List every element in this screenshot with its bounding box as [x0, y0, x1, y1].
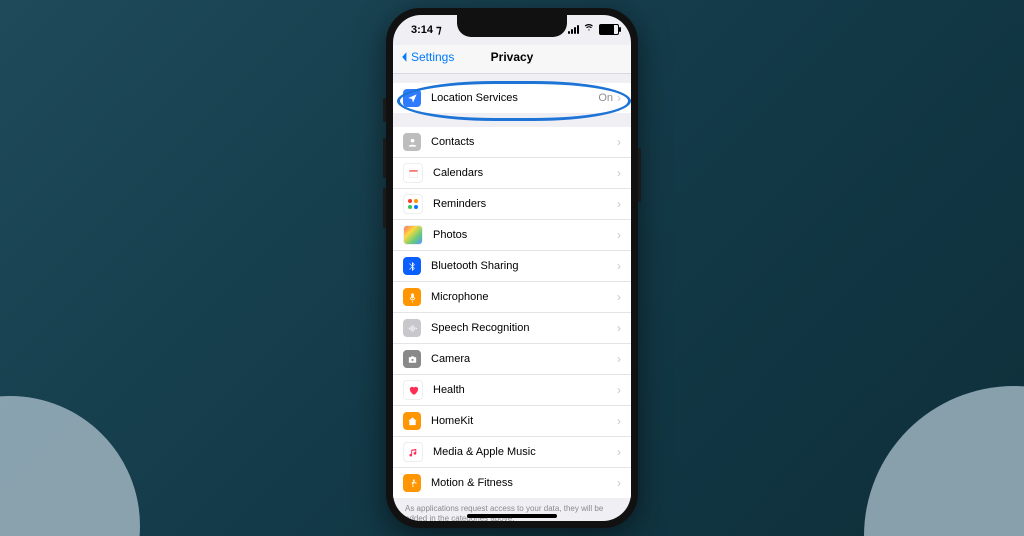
- row-label: Calendars: [433, 167, 617, 179]
- stage: 3:14 ⁊ Settings Privacy: [0, 0, 1024, 536]
- row-label: Location Services: [431, 92, 598, 104]
- row-label: Motion & Fitness: [431, 477, 617, 489]
- status-time: 3:14 ⁊: [411, 23, 442, 36]
- chevron-right-icon: ›: [617, 166, 621, 180]
- mute-switch: [383, 98, 386, 122]
- row-motion-fitness[interactable]: Motion & Fitness ›: [393, 468, 631, 498]
- phone-frame: 3:14 ⁊ Settings Privacy: [386, 8, 638, 528]
- volume-up: [383, 138, 386, 178]
- row-contacts[interactable]: Contacts ›: [393, 127, 631, 158]
- wifi-icon: [583, 23, 595, 36]
- photos-icon: [403, 225, 423, 245]
- row-value: On: [598, 92, 613, 104]
- row-label: Microphone: [431, 291, 617, 303]
- phone-screen: 3:14 ⁊ Settings Privacy: [393, 15, 631, 521]
- chevron-right-icon: ›: [617, 321, 621, 335]
- row-location-services[interactable]: Location Services On ›: [393, 83, 631, 113]
- group-data-access: Contacts › Calendars › Reminders ›: [393, 127, 631, 498]
- chevron-right-icon: ›: [617, 445, 621, 459]
- notch: [457, 15, 567, 37]
- music-note-icon: [403, 442, 423, 462]
- row-label: Bluetooth Sharing: [431, 260, 617, 272]
- row-label: HomeKit: [431, 415, 617, 427]
- row-label: Media & Apple Music: [433, 446, 617, 458]
- chevron-right-icon: ›: [617, 476, 621, 490]
- motion-icon: [403, 474, 421, 492]
- chevron-right-icon: ›: [617, 197, 621, 211]
- chevron-right-icon: ›: [617, 383, 621, 397]
- home-indicator[interactable]: [467, 514, 557, 518]
- row-label: Reminders: [433, 198, 617, 210]
- chevron-right-icon: ›: [617, 414, 621, 428]
- chevron-right-icon: ›: [617, 290, 621, 304]
- chevron-right-icon: ›: [617, 352, 621, 366]
- page-title: Privacy: [393, 50, 631, 64]
- row-calendars[interactable]: Calendars ›: [393, 158, 631, 189]
- decor-circle-left: [0, 396, 140, 536]
- row-label: Speech Recognition: [431, 322, 617, 334]
- row-label: Health: [433, 384, 617, 396]
- speech-icon: [403, 319, 421, 337]
- settings-content[interactable]: Location Services On › Contacts › Calend…: [393, 73, 631, 521]
- row-homekit[interactable]: HomeKit ›: [393, 406, 631, 437]
- bluetooth-icon: [403, 257, 421, 275]
- contacts-icon: [403, 133, 421, 151]
- microphone-icon: [403, 288, 421, 306]
- row-photos[interactable]: Photos ›: [393, 220, 631, 251]
- row-label: Camera: [431, 353, 617, 365]
- battery-icon: [599, 24, 619, 35]
- chevron-right-icon: ›: [617, 228, 621, 242]
- chevron-right-icon: ›: [617, 135, 621, 149]
- row-camera[interactable]: Camera ›: [393, 344, 631, 375]
- calendar-icon: [403, 163, 423, 183]
- row-speech-recognition[interactable]: Speech Recognition ›: [393, 313, 631, 344]
- group-location: Location Services On ›: [393, 83, 631, 113]
- row-media-apple-music[interactable]: Media & Apple Music ›: [393, 437, 631, 468]
- row-label: Contacts: [431, 136, 617, 148]
- power-button: [638, 148, 641, 202]
- chevron-right-icon: ›: [617, 91, 621, 105]
- nav-header: Settings Privacy: [393, 45, 631, 74]
- home-icon: [403, 412, 421, 430]
- row-label: Photos: [433, 229, 617, 241]
- location-arrow-icon: [403, 89, 421, 107]
- row-health[interactable]: Health ›: [393, 375, 631, 406]
- camera-icon: [403, 350, 421, 368]
- reminders-icon: [403, 194, 423, 214]
- signal-icon: [568, 25, 579, 34]
- row-reminders[interactable]: Reminders ›: [393, 189, 631, 220]
- decor-circle-right: [864, 386, 1024, 536]
- chevron-right-icon: ›: [617, 259, 621, 273]
- health-heart-icon: [403, 380, 423, 400]
- volume-down: [383, 188, 386, 228]
- row-bluetooth-sharing[interactable]: Bluetooth Sharing ›: [393, 251, 631, 282]
- row-microphone[interactable]: Microphone ›: [393, 282, 631, 313]
